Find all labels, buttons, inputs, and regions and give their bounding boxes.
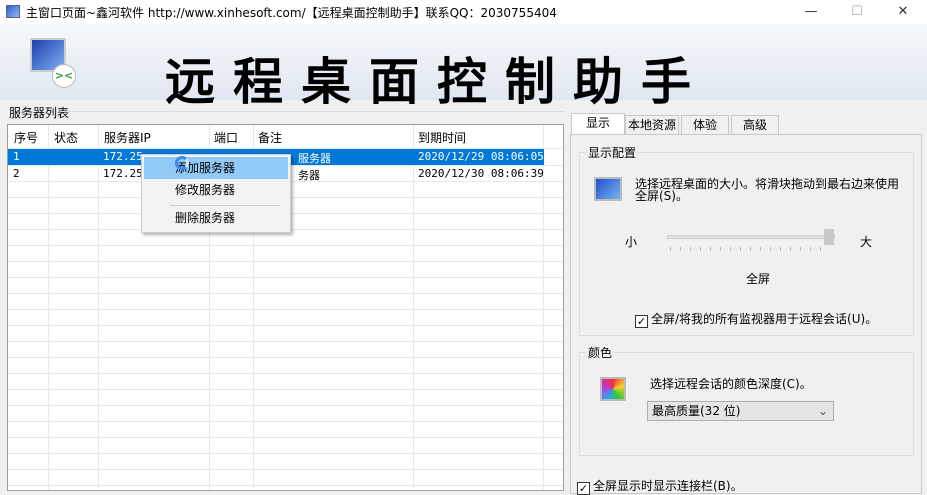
cell-expire: 2020/12/29 08:06:05 — [418, 150, 544, 163]
menu-item-delete-server[interactable]: 删除服务器 — [144, 207, 288, 229]
cell-note: 务器 — [298, 169, 320, 182]
cell-ip: 172.25 — [103, 150, 143, 163]
color-description: 选择远程会话的颜色深度(C)。 — [650, 377, 812, 391]
column-header-expire[interactable]: 到期时间 — [418, 129, 466, 146]
tab-local-resources[interactable]: 本地资源 — [625, 115, 679, 135]
menu-item-add-server[interactable]: 添加服务器 — [144, 157, 288, 179]
multi-monitor-checkbox[interactable]: ✓ 全屏/将我的所有监视器用于远程会话(U)。 — [635, 310, 877, 328]
chevron-down-icon: ⌄ — [817, 404, 828, 418]
banner-title: 远程桌面控制助手 — [165, 52, 709, 111]
checkbox-checked-icon[interactable]: ✓ — [635, 315, 648, 328]
group-label: 显示配置 — [586, 144, 639, 161]
cell-note: 服务器 — [298, 152, 331, 165]
connection-bar-checkbox[interactable]: ✓ 全屏显示时显示连接栏(B)。 — [577, 477, 743, 495]
tab-panel-display: 显示配置 选择远程桌面的大小。将滑块拖动到最右边来使用全屏(S)。 小 大 全屏… — [570, 134, 922, 495]
checkbox-label: 全屏/将我的所有监视器用于远程会话(U)。 — [651, 312, 878, 326]
cursor-busy-icon — [175, 156, 189, 170]
size-value: 全屏 — [746, 272, 771, 286]
cell-no: 2 — [13, 167, 20, 180]
context-menu: 添加服务器 修改服务器 删除服务器 — [141, 154, 291, 233]
banner: >< 远程桌面控制助手 — [0, 24, 927, 111]
maximize-button[interactable]: ☐ — [834, 0, 880, 24]
checkbox-checked-icon[interactable]: ✓ — [577, 482, 590, 495]
slider-max-label: 大 — [860, 235, 873, 249]
size-slider[interactable] — [667, 235, 835, 239]
server-list-label: 服务器列表 — [9, 106, 70, 120]
display-description: 选择远程桌面的大小。将滑块拖动到最右边来使用全屏(S)。 — [635, 177, 900, 203]
monitor-icon — [594, 177, 622, 201]
slider-ticks — [670, 247, 830, 251]
column-header-note[interactable]: 备注 — [258, 129, 282, 146]
window-title: 主窗口页面~鑫河软件 http://www.xinhesoft.com/【远程桌… — [26, 6, 557, 20]
column-header-status[interactable]: 状态 — [54, 129, 78, 146]
cell-no: 1 — [13, 150, 20, 163]
column-header-port[interactable]: 端口 — [214, 129, 238, 146]
minimize-button[interactable]: — — [788, 0, 834, 24]
group-label: 颜色 — [586, 344, 615, 361]
menu-separator — [170, 205, 280, 206]
slider-thumb[interactable] — [824, 229, 834, 245]
column-header-ip[interactable]: 服务器IP — [104, 129, 151, 146]
display-config-group: 显示配置 选择远程桌面的大小。将滑块拖动到最右边来使用全屏(S)。 小 大 全屏… — [579, 144, 914, 336]
color-palette-icon — [600, 377, 626, 401]
divider — [60, 111, 565, 112]
color-depth-select[interactable]: 最高质量(32 位) ⌄ — [647, 401, 834, 421]
tab-experience[interactable]: 体验 — [681, 115, 729, 135]
select-value: 最高质量(32 位) — [652, 404, 741, 418]
cell-ip: 172.25 — [103, 167, 143, 180]
column-header-no[interactable]: 序号 — [14, 129, 38, 146]
tab-display[interactable]: 显示 — [571, 113, 625, 135]
close-button[interactable]: ✕ — [880, 0, 926, 24]
cell-expire: 2020/12/30 08:06:39 — [418, 167, 544, 180]
tab-advanced[interactable]: 高级 — [731, 115, 779, 135]
connection-badge-icon: >< — [52, 64, 76, 88]
slider-min-label: 小 — [625, 235, 638, 249]
app-icon — [6, 5, 20, 18]
title-bar: 主窗口页面~鑫河软件 http://www.xinhesoft.com/【远程桌… — [0, 0, 927, 24]
menu-item-edit-server[interactable]: 修改服务器 — [144, 179, 288, 201]
